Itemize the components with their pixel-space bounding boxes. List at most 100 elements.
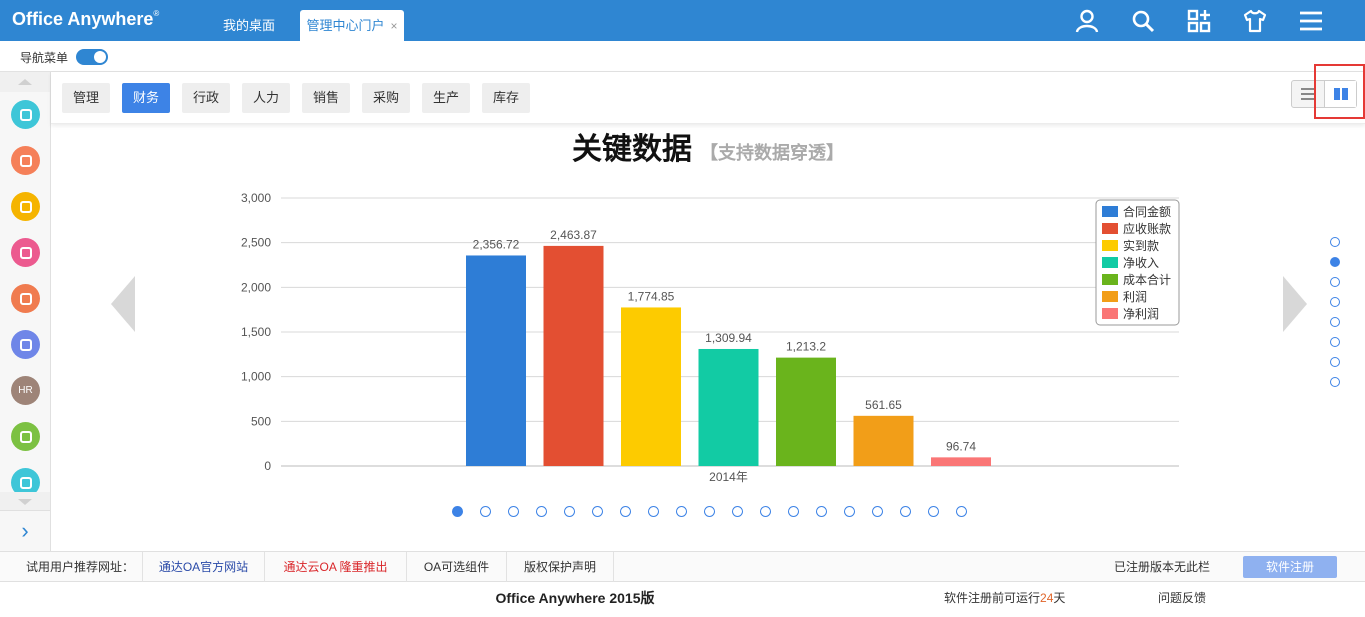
sidebar-expand-button[interactable]: › xyxy=(0,510,50,550)
link-tongda-cloud[interactable]: 通达云OA 隆重推出 xyxy=(265,552,407,582)
bar-data-label: 561.65 xyxy=(865,398,902,412)
sidebar-scroll-down[interactable] xyxy=(0,492,50,510)
footer-links-bar: 试用用户推荐网址： 通达OA官方网站 通达云OA 隆重推出 OA可选组件 版权保… xyxy=(0,551,1365,582)
slide-dot[interactable] xyxy=(564,506,575,517)
slide-dot[interactable] xyxy=(620,506,631,517)
x-category-label: 2014年 xyxy=(709,470,748,484)
bar-data-label: 2,356.72 xyxy=(473,237,520,251)
brand-text: Office Anywhere xyxy=(12,9,154,29)
user-icon[interactable] xyxy=(1074,8,1100,34)
vertical-page-dot[interactable] xyxy=(1330,237,1340,247)
brand-mark: ® xyxy=(153,9,160,18)
trial-suffix: 天 xyxy=(1053,591,1066,605)
slide-dot[interactable] xyxy=(676,506,687,517)
link-text: 版权保护声明 xyxy=(523,560,596,574)
recommend-label: 试用用户推荐网址： xyxy=(18,552,143,582)
top-bar: Office Anywhere® 我的桌面 管理中心门户 × xyxy=(0,0,1365,41)
legend-swatch xyxy=(1102,291,1118,302)
slide-dot[interactable] xyxy=(760,506,771,517)
legend-label: 实到款 xyxy=(1123,238,1159,253)
slide-dot[interactable] xyxy=(816,506,827,517)
legend-swatch xyxy=(1102,257,1118,268)
tab-management-portal[interactable]: 管理中心门户 × xyxy=(300,10,404,41)
slide-dot[interactable] xyxy=(788,506,799,517)
legend-swatch xyxy=(1102,274,1118,285)
building-icon[interactable] xyxy=(11,284,40,313)
slide-dot[interactable] xyxy=(704,506,715,517)
bar-2 xyxy=(621,307,681,466)
bar-1 xyxy=(543,245,604,466)
vertical-page-dot[interactable] xyxy=(1330,357,1340,367)
bar-6 xyxy=(931,457,991,466)
legend-label: 合同金额 xyxy=(1123,204,1171,219)
apps-icon[interactable] xyxy=(1186,8,1212,34)
bar-data-label: 2,463.87 xyxy=(550,228,597,242)
close-icon[interactable]: × xyxy=(391,19,398,33)
sidebar: HR › xyxy=(0,72,51,551)
key-data-chart: 0 500 1,000 1,500 2,000 2,500 3,000 2,356.72 2,4… xyxy=(241,191,1180,484)
caret-up-icon xyxy=(18,79,32,85)
caret-down-icon xyxy=(18,499,32,505)
vertical-page-dot[interactable] xyxy=(1330,317,1340,327)
link-tongda-official[interactable]: 通达OA官方网站 xyxy=(143,552,265,582)
link-oa-components[interactable]: OA可选组件 xyxy=(407,552,507,582)
y-tick-label: 2,500 xyxy=(241,236,271,250)
slide-dot[interactable] xyxy=(844,506,855,517)
legend-swatch xyxy=(1102,308,1118,319)
slide-dot[interactable] xyxy=(648,506,659,517)
slide-dot[interactable] xyxy=(592,506,603,517)
legend-label: 利润 xyxy=(1123,290,1147,304)
menu-icon[interactable] xyxy=(1298,8,1324,34)
vertical-page-dot[interactable] xyxy=(1330,337,1340,347)
vertical-page-dot[interactable] xyxy=(1330,277,1340,287)
bar-data-label: 1,309.94 xyxy=(705,331,752,345)
slide-dot[interactable] xyxy=(536,506,547,517)
shirt-icon[interactable] xyxy=(1242,8,1268,34)
slide-pager xyxy=(51,506,1365,520)
search-icon[interactable] xyxy=(1130,8,1156,34)
slide-dot[interactable] xyxy=(508,506,519,517)
slide-dot[interactable] xyxy=(928,506,939,517)
register-button[interactable]: 软件注册 xyxy=(1243,556,1337,578)
bar-data-label: 1,774.85 xyxy=(628,289,675,303)
briefcase-icon[interactable] xyxy=(11,422,40,451)
y-tick-label: 500 xyxy=(251,414,271,428)
link-copyright[interactable]: 版权保护声明 xyxy=(507,552,614,582)
book-icon[interactable] xyxy=(11,238,40,267)
vertical-page-dot[interactable] xyxy=(1330,297,1340,307)
feedback-link[interactable]: 问题反馈 xyxy=(1158,582,1206,614)
legend-label: 净收入 xyxy=(1123,256,1159,270)
phone-icon[interactable] xyxy=(11,146,40,175)
legend-swatch xyxy=(1102,206,1118,217)
slide-dot[interactable] xyxy=(452,506,463,517)
sidebar-scroll-up[interactable] xyxy=(0,72,50,92)
y-tick-label: 3,000 xyxy=(241,191,271,205)
slide-dot[interactable] xyxy=(480,506,491,517)
hr-icon[interactable]: HR xyxy=(11,376,40,405)
legend-swatch xyxy=(1102,240,1118,251)
vertical-page-dot[interactable] xyxy=(1330,377,1340,387)
nav-menu-toggle[interactable] xyxy=(76,49,108,65)
user-circle-icon[interactable] xyxy=(11,100,40,129)
bar-data-label: 96.74 xyxy=(946,439,976,453)
legend-label: 成本合计 xyxy=(1123,272,1171,287)
slide-dot[interactable] xyxy=(956,506,967,517)
nav-menu-label: 导航菜单 xyxy=(20,51,69,65)
legend-label: 净利润 xyxy=(1123,307,1159,321)
tab-my-desktop[interactable]: 我的桌面 xyxy=(212,10,286,41)
y-tick-label: 1,000 xyxy=(241,370,271,384)
bar-0 xyxy=(466,255,526,466)
tab-label: 管理中心门户 xyxy=(306,18,385,33)
brand-logo[interactable]: Office Anywhere® xyxy=(12,9,159,30)
edit-icon[interactable] xyxy=(11,330,40,359)
legend-swatch xyxy=(1102,223,1118,234)
slide-dot[interactable] xyxy=(900,506,911,517)
link-text: OA可选组件 xyxy=(423,560,490,574)
y-tick-label: 1,500 xyxy=(241,325,271,339)
slide-dot[interactable] xyxy=(872,506,883,517)
registered-note: 已注册版本无此栏 xyxy=(1114,560,1211,574)
slide-dot[interactable] xyxy=(732,506,743,517)
vertical-page-dot[interactable] xyxy=(1330,257,1340,267)
nav-bar: 导航菜单 xyxy=(0,41,1365,72)
layers-icon[interactable] xyxy=(11,192,40,221)
